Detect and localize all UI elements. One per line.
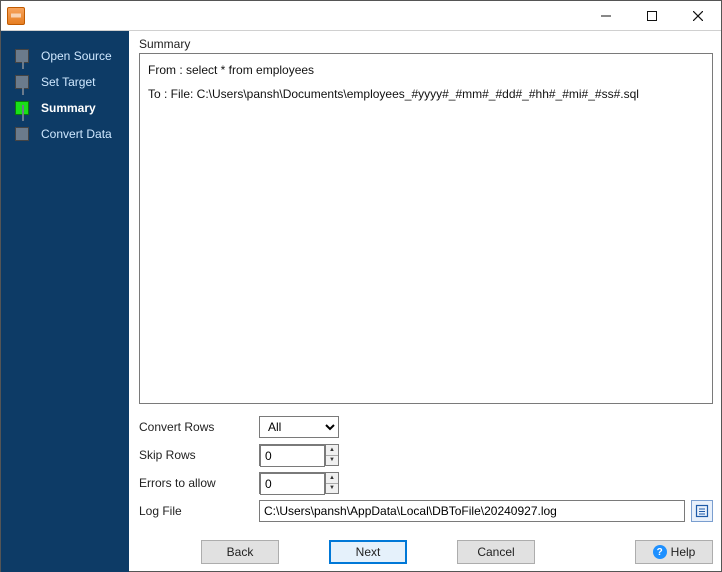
- log-file-browse-button[interactable]: [691, 500, 713, 522]
- maximize-icon: [647, 11, 657, 21]
- skip-rows-label: Skip Rows: [139, 448, 259, 462]
- step-label: Summary: [41, 101, 96, 115]
- help-button-label: Help: [671, 545, 696, 559]
- next-button-label: Next: [356, 545, 381, 559]
- log-file-label: Log File: [139, 504, 259, 518]
- summary-to-line: To : File: C:\Users\pansh\Documents\empl…: [148, 84, 704, 104]
- help-button[interactable]: ? Help: [635, 540, 713, 564]
- window-controls: [583, 1, 721, 31]
- errors-allow-spinner[interactable]: ▲ ▼: [259, 472, 339, 494]
- close-button[interactable]: [675, 1, 721, 31]
- skip-rows-spinner[interactable]: ▲ ▼: [259, 444, 339, 466]
- summary-section-label: Summary: [139, 37, 713, 51]
- cancel-button-label: Cancel: [477, 545, 514, 559]
- row-convert-rows: Convert Rows All: [139, 416, 713, 438]
- summary-textarea[interactable]: From : select * from employees To : File…: [139, 53, 713, 404]
- title-bar: [1, 1, 721, 31]
- back-button[interactable]: Back: [201, 540, 279, 564]
- skip-rows-input[interactable]: [260, 445, 325, 467]
- log-file-input[interactable]: [259, 500, 685, 522]
- step-label: Convert Data: [41, 127, 112, 141]
- convert-rows-label: Convert Rows: [139, 420, 259, 434]
- close-icon: [693, 11, 703, 21]
- step-indicator-icon: [15, 127, 29, 141]
- wizard-button-bar: Back Next Cancel ? Help: [139, 528, 713, 564]
- spinner-up-icon[interactable]: ▲: [326, 473, 338, 484]
- options-form: Convert Rows All Skip Rows ▲ ▼ Errors to…: [139, 416, 713, 528]
- summary-from-line: From : select * from employees: [148, 60, 704, 80]
- next-button[interactable]: Next: [329, 540, 407, 564]
- step-label: Open Source: [41, 49, 112, 63]
- help-icon: ?: [653, 545, 667, 559]
- step-set-target[interactable]: Set Target: [1, 69, 129, 95]
- spinner-up-icon[interactable]: ▲: [326, 445, 338, 456]
- minimize-button[interactable]: [583, 1, 629, 31]
- errors-allow-input[interactable]: [260, 473, 325, 495]
- main-panel: Summary From : select * from employees T…: [129, 31, 721, 572]
- browse-icon: [695, 504, 709, 518]
- row-log-file: Log File: [139, 500, 713, 522]
- step-label: Set Target: [41, 75, 95, 89]
- spinner-down-icon[interactable]: ▼: [326, 484, 338, 494]
- step-convert-data[interactable]: Convert Data: [1, 121, 129, 147]
- cancel-button[interactable]: Cancel: [457, 540, 535, 564]
- spinner-down-icon[interactable]: ▼: [326, 456, 338, 466]
- row-skip-rows: Skip Rows ▲ ▼: [139, 444, 713, 466]
- convert-rows-select[interactable]: All: [259, 416, 339, 438]
- minimize-icon: [601, 11, 611, 21]
- errors-allow-label: Errors to allow: [139, 476, 259, 490]
- step-summary[interactable]: Summary: [1, 95, 129, 121]
- app-icon: [7, 7, 25, 25]
- step-open-source[interactable]: Open Source: [1, 43, 129, 69]
- wizard-sidebar: Open Source Set Target Summary Convert D…: [1, 31, 129, 572]
- back-button-label: Back: [227, 545, 254, 559]
- maximize-button[interactable]: [629, 1, 675, 31]
- row-errors-allow: Errors to allow ▲ ▼: [139, 472, 713, 494]
